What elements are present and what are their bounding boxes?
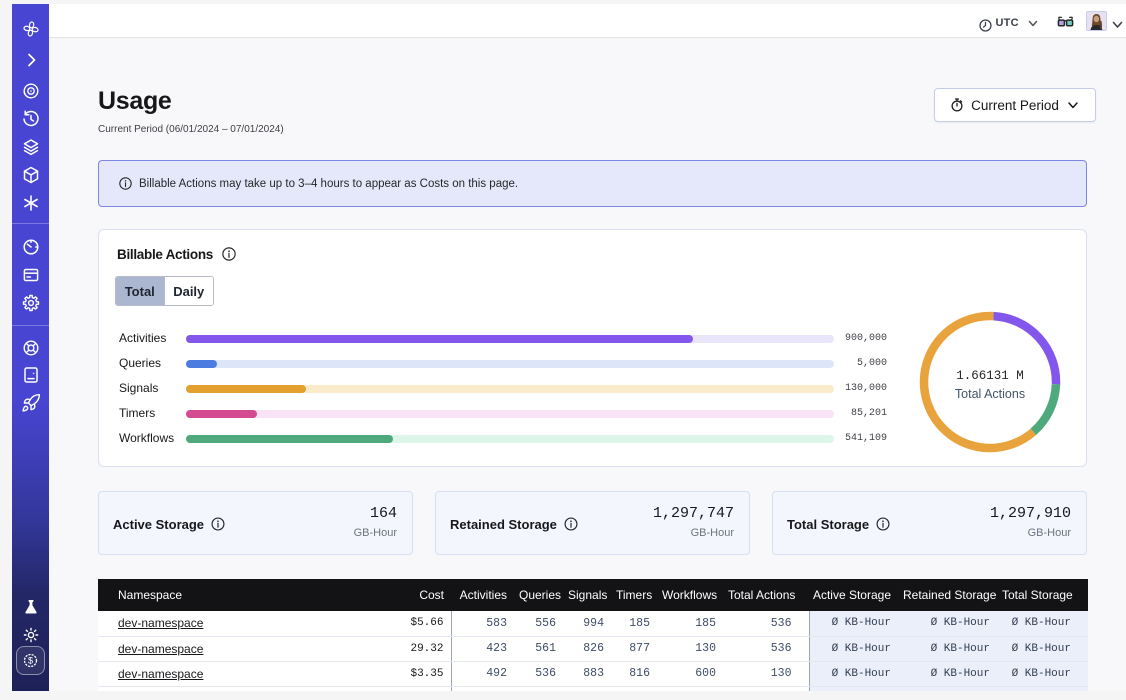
svg-text:$: $ [28, 656, 33, 666]
